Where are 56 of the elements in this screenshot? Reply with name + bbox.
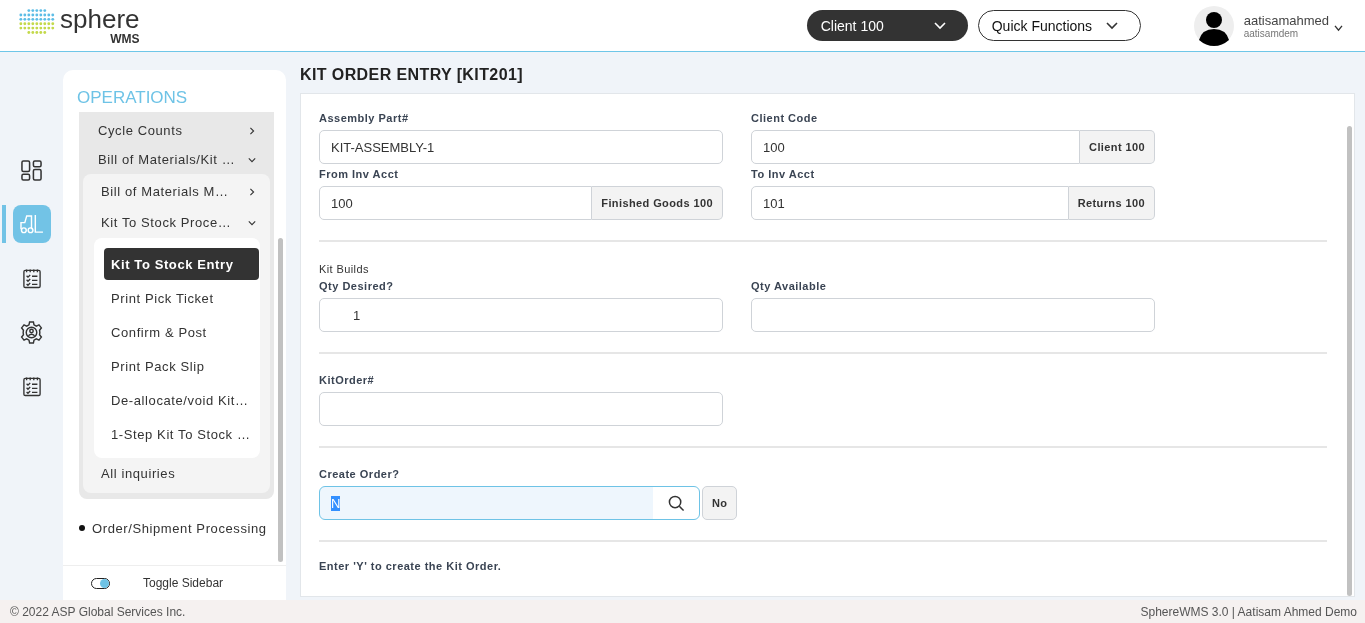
avatar-icon[interactable] [1193, 5, 1234, 46]
toggle-label: Toggle Sidebar [143, 576, 224, 590]
dashboard-icon[interactable] [21, 159, 42, 181]
sidebar-item[interactable]: Confirm & Post [104, 316, 259, 348]
copyright-text: © 2022 ASP Global Services Inc. [10, 604, 186, 619]
field-label: Client Code [751, 112, 819, 124]
input-field[interactable] [751, 298, 1155, 332]
input-field[interactable] [319, 392, 723, 426]
field-label: KitOrder# [319, 374, 376, 386]
user-account: aatisamdem [1243, 27, 1300, 39]
scrollbar-thumb[interactable] [278, 238, 283, 562]
bullet-icon [79, 525, 85, 531]
chevron-down-icon[interactable] [1334, 25, 1343, 32]
field-label: Qty Available [751, 280, 828, 292]
field-label: From Inv Acct [319, 168, 400, 180]
sidebar-item[interactable]: 1-Step Kit To Stock … [104, 418, 259, 450]
field-description: Returns 100 [1068, 186, 1155, 220]
field-label: To Inv Acct [751, 168, 816, 180]
sidebar-item[interactable]: Print Pack Slip [104, 350, 259, 382]
field-label: Assembly Part# [319, 112, 410, 124]
input-field[interactable]: 100 [319, 186, 593, 220]
quick-functions-dropdown[interactable]: Quick Functions [977, 10, 1141, 41]
field-label: Qty Desired? [319, 280, 395, 292]
hint-text: Enter 'Y' to create the Kit Order. [319, 560, 503, 572]
scrollbar-thumb[interactable] [1347, 126, 1352, 596]
input-field[interactable]: 1 [319, 298, 723, 332]
field-description: Client 100 [1080, 130, 1155, 164]
sidebar-item[interactable]: Kit To Stock Proce… [83, 207, 270, 238]
checklist-icon[interactable] [22, 267, 41, 289]
logo-subtitle: WMS [110, 33, 140, 45]
user-name[interactable]: aatisamahmed [1243, 12, 1329, 28]
sidebar-item[interactable]: Bill of Materials M… [83, 176, 270, 207]
sidebar-item[interactable]: All inquiries [83, 458, 270, 489]
sidebar-item[interactable]: Cycle Counts [83, 116, 270, 145]
field-description: Finished Goods 100 [592, 186, 723, 220]
field-label: Create Order? [319, 468, 401, 480]
gear-icon[interactable] [20, 320, 43, 344]
page-title: KIT ORDER ENTRY [KIT201] [300, 66, 524, 84]
input-field[interactable]: 101 [751, 186, 1069, 220]
sidebar-item[interactable]: Order/Shipment Processing [79, 499, 274, 543]
version-text: SphereWMS 3.0 | Aatisam Ahmed Demo [1140, 604, 1357, 619]
sidebar-item[interactable]: Bill of Materials/Kit … [83, 145, 270, 174]
section-heading: Kit Builds [319, 263, 370, 275]
sidebar-item[interactable]: Kit To Stock Entry [104, 248, 259, 280]
checklist-icon[interactable] [22, 375, 41, 397]
chevron-down-icon [1105, 21, 1118, 30]
sidebar-title: OPERATIONS [76, 87, 189, 109]
field-description: No [702, 486, 738, 520]
sidebar-item[interactable]: Print Pick Ticket [104, 282, 259, 314]
chevron-down-icon [933, 21, 946, 30]
sidebar-item[interactable]: De-allocate/void Kit… [104, 384, 259, 416]
input-field[interactable]: 100 [751, 130, 1081, 164]
input-field[interactable]: KIT-ASSEMBLY-1 [319, 130, 723, 164]
client-dropdown[interactable]: Client 100 [806, 10, 968, 41]
logo-icon [18, 6, 56, 37]
search-icon[interactable] [668, 494, 685, 512]
